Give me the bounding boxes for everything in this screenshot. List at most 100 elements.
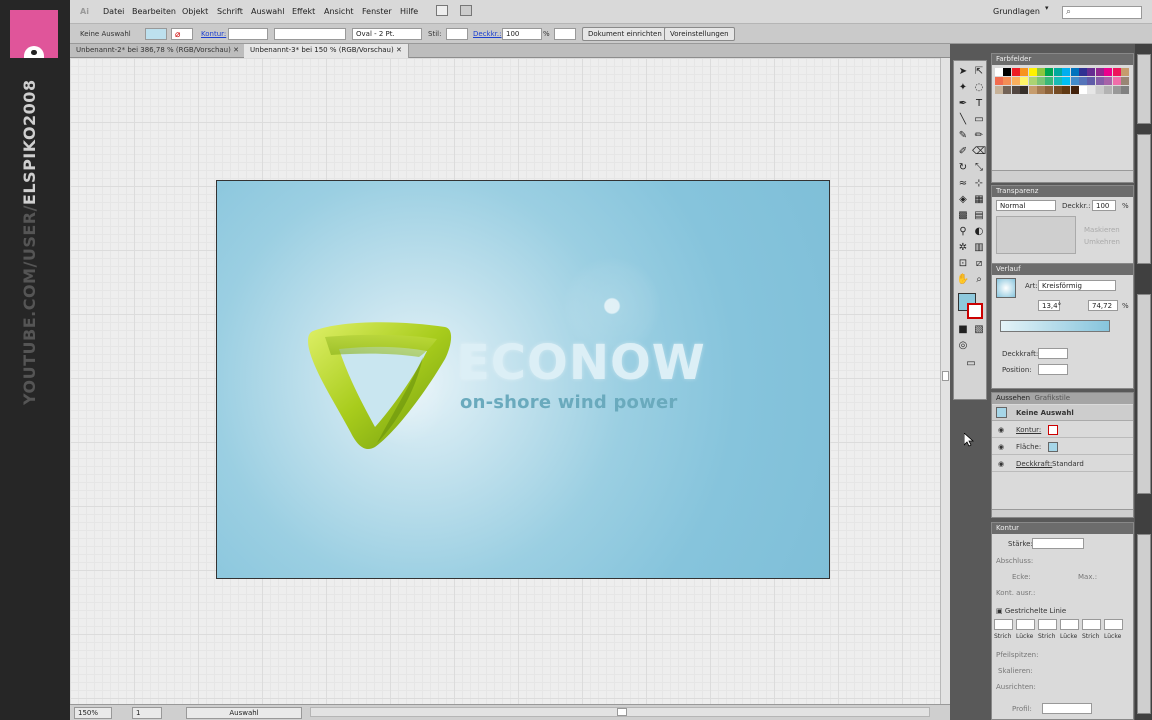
color-swatch[interactable] <box>1070 77 1079 85</box>
appearance-row-stroke[interactable]: ◉ Kontur: <box>992 422 1133 438</box>
tab-appearance[interactable]: Aussehen <box>996 394 1030 402</box>
zoom-select[interactable]: 150% <box>74 707 112 719</box>
close-icon[interactable]: ✕ <box>233 46 239 54</box>
gradient-angle-input[interactable]: 13,4° <box>1038 300 1061 311</box>
style-select[interactable] <box>446 28 468 40</box>
color-swatch[interactable] <box>1003 77 1012 85</box>
menu-datei[interactable]: Datei <box>103 7 124 16</box>
color-swatch[interactable] <box>1020 86 1029 94</box>
selection-tool-icon[interactable]: ➤ <box>956 65 970 78</box>
color-swatch[interactable] <box>1104 86 1113 94</box>
menu-objekt[interactable]: Objekt <box>182 7 208 16</box>
gradient-preview[interactable] <box>996 278 1016 298</box>
color-mode-icon[interactable]: ■ <box>956 323 970 336</box>
bridge-icon[interactable] <box>436 5 448 16</box>
stroke-link[interactable]: Kontur: <box>201 30 226 38</box>
collapsed-brushes-panel[interactable] <box>1137 134 1151 264</box>
opacity-link[interactable]: Deckkr.: <box>473 30 501 38</box>
color-swatch[interactable] <box>1112 68 1121 76</box>
dash-gap-input[interactable] <box>1016 619 1035 630</box>
dash-gap-input[interactable] <box>994 619 1013 630</box>
color-swatch[interactable] <box>1070 68 1079 76</box>
color-swatch[interactable] <box>1053 68 1062 76</box>
color-swatch[interactable] <box>1053 86 1062 94</box>
stop-opacity-input[interactable] <box>1038 348 1068 359</box>
color-swatch[interactable] <box>1104 77 1113 85</box>
color-swatch[interactable] <box>1011 77 1020 85</box>
color-swatch[interactable] <box>1104 68 1113 76</box>
scroll-thumb[interactable] <box>942 371 949 381</box>
color-swatch[interactable] <box>995 68 1003 76</box>
collapsed-character-panel[interactable] <box>1137 294 1151 494</box>
arrange-documents-icon[interactable] <box>460 5 472 16</box>
dashed-line-checkbox[interactable]: ▣ Gestrichelte Linie <box>996 607 1066 615</box>
color-swatch[interactable] <box>1121 86 1129 94</box>
color-swatch[interactable] <box>1037 68 1045 76</box>
eye-icon[interactable]: ◉ <box>998 460 1004 468</box>
color-swatch[interactable] <box>1037 86 1045 94</box>
tool-status-select[interactable]: Auswahl <box>186 707 302 719</box>
color-swatch[interactable] <box>1070 86 1079 94</box>
color-swatch[interactable] <box>1087 68 1096 76</box>
color-swatch[interactable] <box>1020 68 1029 76</box>
color-swatch[interactable] <box>1087 86 1096 94</box>
color-swatch[interactable] <box>1095 77 1104 85</box>
lasso-icon[interactable]: ◌ <box>972 81 986 94</box>
color-swatch[interactable] <box>995 86 1003 94</box>
eye-icon[interactable]: ◉ <box>998 426 1004 434</box>
dash-gap-input[interactable] <box>1060 619 1079 630</box>
color-swatch[interactable] <box>1045 86 1054 94</box>
fill-swatch[interactable] <box>1048 442 1058 452</box>
gradient-tool-icon[interactable]: ▤ <box>972 209 986 222</box>
pencil-tool-icon[interactable]: ✏ <box>972 129 986 142</box>
brush-tool-icon[interactable]: ✎ <box>956 129 970 142</box>
eyedropper-icon[interactable]: ⚲ <box>956 225 970 238</box>
graph-tool-icon[interactable]: ▥ <box>972 241 986 254</box>
eye-icon[interactable]: ◉ <box>998 443 1004 451</box>
color-swatch[interactable] <box>1011 68 1020 76</box>
rectangle-tool-icon[interactable]: ▭ <box>972 113 986 126</box>
color-swatch[interactable] <box>995 77 1003 85</box>
menu-fenster[interactable]: Fenster <box>362 7 392 16</box>
screen-mode-icon[interactable]: ▭ <box>964 357 978 370</box>
artboard[interactable]: ECONOW on-shore wind power <box>216 180 830 579</box>
opacity-link[interactable]: Deckkraft: <box>1016 460 1052 468</box>
color-swatch[interactable] <box>1020 77 1029 85</box>
profile-select[interactable] <box>1042 703 1092 714</box>
canvas-area[interactable]: ECONOW on-shore wind power <box>70 58 940 704</box>
color-swatch[interactable] <box>1079 68 1087 76</box>
color-swatch[interactable] <box>1062 68 1071 76</box>
brush-select[interactable]: Oval - 2 Pt. <box>352 28 422 40</box>
appearance-row-opacity[interactable]: ◉ Deckkraft: Standard <box>992 456 1133 472</box>
close-icon[interactable]: ✕ <box>396 46 402 54</box>
color-swatch[interactable] <box>1045 68 1054 76</box>
aspect-ratio-input[interactable]: 74,72 <box>1088 300 1118 311</box>
scale-tool-icon[interactable]: ⤡ <box>972 161 986 174</box>
menu-schrift[interactable]: Schrift <box>217 7 243 16</box>
variable-width-select[interactable] <box>274 28 346 40</box>
mask-checkbox[interactable]: Maskieren <box>1084 226 1120 234</box>
warp-tool-icon[interactable]: ≈ <box>956 177 970 190</box>
color-swatch[interactable] <box>1087 77 1096 85</box>
pen-tool-icon[interactable]: ✒ <box>956 97 970 110</box>
gradient-type-select[interactable]: Kreisförmig <box>1038 280 1116 291</box>
color-swatch[interactable] <box>1003 68 1012 76</box>
draw-mode-icon[interactable]: ◎ <box>956 339 970 352</box>
blob-brush-icon[interactable]: ✐ <box>956 145 970 158</box>
weight-select[interactable] <box>1032 538 1084 549</box>
vertical-scrollbar[interactable] <box>940 58 950 704</box>
color-swatch[interactable] <box>1121 77 1129 85</box>
color-swatch[interactable] <box>1079 77 1087 85</box>
color-swatch[interactable] <box>1079 86 1087 94</box>
scroll-thumb[interactable] <box>617 708 627 716</box>
color-swatch[interactable] <box>1028 86 1037 94</box>
menu-hilfe[interactable]: Hilfe <box>400 7 418 16</box>
opacity-input[interactable]: 100 <box>502 28 542 40</box>
color-swatch[interactable] <box>1037 77 1045 85</box>
stroke-link[interactable]: Kontur: <box>1016 426 1041 434</box>
stop-position-input[interactable] <box>1038 364 1068 375</box>
mesh-tool-icon[interactable]: ▩ <box>956 209 970 222</box>
opacity-input[interactable]: 100 <box>1092 200 1116 211</box>
color-swatch[interactable] <box>1062 86 1071 94</box>
slice-tool-icon[interactable]: ⧄ <box>972 257 986 270</box>
